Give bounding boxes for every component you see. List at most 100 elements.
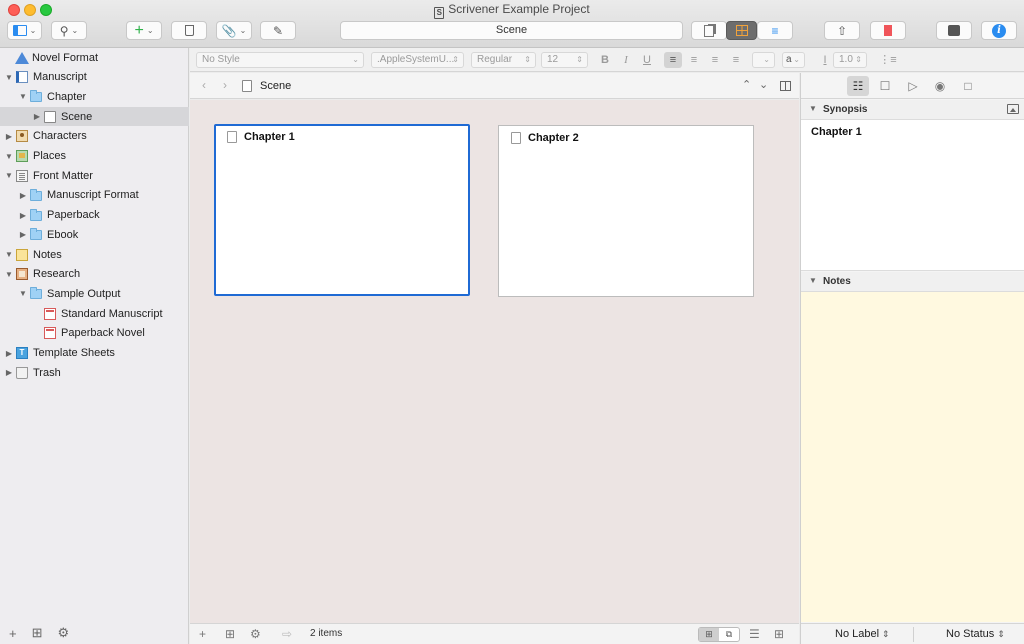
label-select[interactable]: No Label ⇕ <box>835 628 890 640</box>
disclosure-right-icon[interactable]: ▶ <box>18 211 28 220</box>
editor-header-title[interactable]: Scene <box>260 80 291 92</box>
notes-area[interactable] <box>801 292 1024 622</box>
edit-button[interactable]: ✎ <box>260 21 296 40</box>
binder-item[interactable]: ▼ Manuscript <box>0 68 189 87</box>
forward-arrow-icon[interactable]: › <box>223 78 227 92</box>
card-settings-icon[interactable]: ☰ <box>749 627 760 641</box>
binder-item[interactable]: Paperback Novel <box>0 324 189 343</box>
align-center-button[interactable]: ≡ <box>685 52 703 68</box>
disclosure-right-icon[interactable]: ▶ <box>32 112 42 121</box>
info-icon: i <box>992 23 1006 38</box>
bookmarks-tab-icon[interactable]: ☐ <box>874 76 896 96</box>
freeform-mode-icon[interactable]: ⧉ <box>719 628 739 641</box>
disclosure-right-icon[interactable]: ▶ <box>4 132 14 141</box>
disclosure-down-icon[interactable]: ▼ <box>4 152 14 161</box>
italic-button[interactable]: I <box>617 52 635 68</box>
document-icon <box>511 132 521 144</box>
gear-icon[interactable]: ⚙ <box>58 625 70 641</box>
single-view-button[interactable] <box>691 21 727 40</box>
style-select[interactable]: No Style ⌄ <box>196 52 364 68</box>
font-select[interactable]: .AppleSystemU... ⇕ <box>371 52 464 68</box>
add-button[interactable]: + ⌄ <box>126 21 162 40</box>
index-card[interactable]: Chapter 2 <box>498 125 754 297</box>
trash-button[interactable] <box>171 21 207 40</box>
font-size-field[interactable]: 12 ⇕ <box>541 52 588 68</box>
add-card-icon[interactable]: + <box>199 627 206 641</box>
binder-item[interactable]: Novel Format <box>0 48 189 67</box>
status-select[interactable]: No Status ⇕ <box>946 628 1005 640</box>
binder-item[interactable]: ▶ Manuscript Format <box>0 186 189 205</box>
trash-icon <box>16 366 28 379</box>
disclosure-right-icon[interactable]: ▶ <box>4 349 14 358</box>
binder-item-label: Paperback Novel <box>61 327 145 340</box>
binder-item[interactable]: ▼ Places <box>0 147 189 166</box>
move-to-icon[interactable]: ⇨ <box>282 627 292 641</box>
breadcrumb-field[interactable]: Scene <box>340 21 683 40</box>
binder-item[interactable]: ▶ Ebook <box>0 225 189 244</box>
synopsis-header[interactable]: ▼ Synopsis <box>801 100 1024 120</box>
disclosure-down-icon[interactable]: ▼ <box>18 289 28 298</box>
binder-item[interactable]: ▶ Paperback <box>0 206 189 225</box>
disclosure-down-icon[interactable]: ▼ <box>4 73 14 82</box>
link-button[interactable]: 📎 ⌄ <box>216 21 252 40</box>
corkboard-mode-toggle[interactable]: ⊞ ⧉ <box>698 627 740 642</box>
binder-item[interactable]: ▼ Sample Output <box>0 284 189 303</box>
binder-item[interactable]: ▶ Trash <box>0 363 189 382</box>
notes-header[interactable]: ▼ Notes <box>801 272 1024 292</box>
binder-item[interactable]: Standard Manuscript <box>0 304 189 323</box>
line-spacing-select[interactable]: 1.0 ⇕ <box>833 52 867 68</box>
binder-item-label: Paperback <box>47 209 100 222</box>
disclosure-right-icon[interactable]: ▶ <box>18 191 28 200</box>
split-editor-icon[interactable] <box>780 81 791 91</box>
stepper-icon: ⇕ <box>452 55 459 64</box>
search-button[interactable]: ⚲ ⌄ <box>51 21 87 40</box>
image-icon[interactable] <box>1007 104 1019 114</box>
justify-button[interactable]: ≡ <box>727 52 745 68</box>
next-document-icon[interactable]: ⌄ <box>759 78 768 91</box>
binder-item-label: Trash <box>33 366 61 379</box>
binder-item[interactable]: ▼ Research <box>0 265 189 284</box>
binder-item[interactable]: ▶ Characters <box>0 127 189 146</box>
composition-mode-button[interactable] <box>936 21 972 40</box>
gear-icon[interactable]: ⚙ <box>250 627 261 641</box>
previous-document-icon[interactable]: ⌃ <box>742 78 751 91</box>
binder-item[interactable]: ▼ Chapter <box>0 87 189 106</box>
grid-mode-icon[interactable]: ⊞ <box>699 628 719 641</box>
metadata-tab-icon[interactable]: ▷ <box>902 76 924 96</box>
add-folder-icon[interactable]: ⊞ <box>225 627 235 641</box>
binder-item[interactable]: ▼ Notes <box>0 245 189 264</box>
binder-item[interactable]: ▼ Front Matter <box>0 166 189 185</box>
snapshots-tab-icon[interactable]: ◉ <box>929 76 951 96</box>
share-button[interactable]: ⇧ <box>824 21 860 40</box>
notes-tab-icon[interactable]: ☷ <box>847 76 869 96</box>
disclosure-down-icon[interactable]: ▼ <box>4 171 14 180</box>
align-right-button[interactable]: ≡ <box>706 52 724 68</box>
underline-button[interactable]: U <box>638 52 656 68</box>
comments-tab-icon[interactable]: □ <box>957 76 979 96</box>
back-arrow-icon[interactable]: ‹ <box>202 78 206 92</box>
add-folder-icon[interactable]: ⊞ <box>32 625 43 641</box>
text-color-select[interactable]: ⌄ <box>752 52 775 68</box>
disclosure-right-icon[interactable]: ▶ <box>4 368 14 377</box>
disclosure-down-icon[interactable]: ▼ <box>4 270 14 279</box>
bookmark-button[interactable] <box>870 21 906 40</box>
corkboard-button[interactable] <box>726 21 757 40</box>
disclosure-down-icon[interactable]: ▼ <box>18 92 28 101</box>
bold-button[interactable]: B <box>596 52 614 68</box>
binder-item[interactable]: ▶ Scene <box>0 107 189 127</box>
synopsis-area[interactable]: Chapter 1 <box>801 120 1024 271</box>
add-icon[interactable]: + <box>9 626 17 641</box>
align-left-button[interactable]: ≡ <box>664 52 682 68</box>
highlight-select[interactable]: a ⌄ <box>782 52 805 68</box>
font-weight-select[interactable]: Regular ⇕ <box>471 52 536 68</box>
title-bar: S Scrivener Example Project ⌄ ⚲ ⌄ + ⌄ 📎 ⌄ ✎ … <box>0 0 1024 48</box>
outline-button[interactable]: ≡ <box>757 21 793 40</box>
binder-toggle-button[interactable]: ⌄ <box>7 21 42 40</box>
card-size-icon[interactable]: ⊞ <box>774 627 784 641</box>
list-button[interactable]: ⋮≡ <box>874 52 902 68</box>
disclosure-right-icon[interactable]: ▶ <box>18 230 28 239</box>
inspector-toggle-button[interactable]: i <box>981 21 1017 40</box>
disclosure-down-icon[interactable]: ▼ <box>4 250 14 259</box>
index-card[interactable]: Chapter 1 <box>214 124 470 296</box>
binder-item[interactable]: ▶ T Template Sheets <box>0 344 189 363</box>
